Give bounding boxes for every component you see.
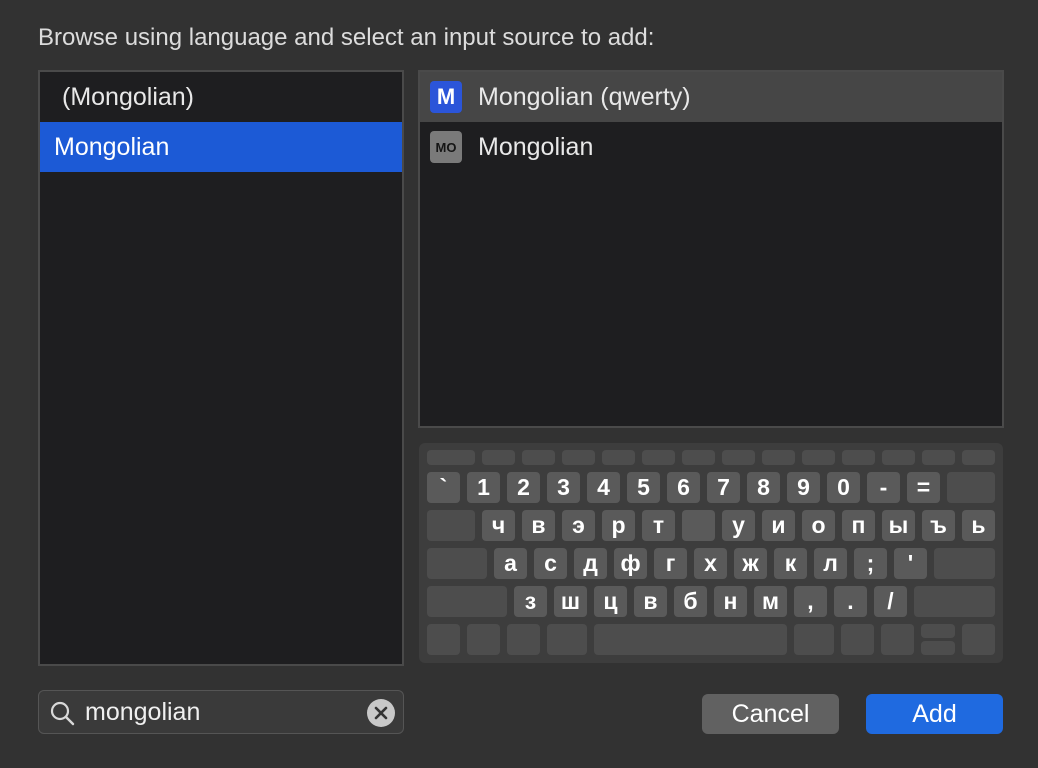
control-key [467,624,500,655]
caps-lock-key [427,548,487,579]
key: . [834,586,867,617]
key: д [574,548,607,579]
fn-key [882,450,915,465]
clear-icon[interactable] [367,699,395,727]
return-key [934,548,995,579]
mongolian-icon: MO [430,131,462,163]
cancel-button[interactable]: Cancel [702,694,839,734]
fn-key [682,450,715,465]
key: н [714,586,747,617]
key [682,510,715,541]
key: х [694,548,727,579]
key: т [642,510,675,541]
command-key [547,624,587,655]
key: ш [554,586,587,617]
key: ы [882,510,915,541]
fn-key [522,450,555,465]
key: у [722,510,755,541]
key: ж [734,548,767,579]
key: 5 [627,472,660,503]
search-field[interactable] [38,690,404,734]
language-item-mongolian-parenthesized[interactable]: (Mongolian) [40,72,402,122]
keyboard-preview: ` 1 2 3 4 5 6 7 8 9 0 - = ч в э р т у и … [419,443,1003,663]
source-item-label: Mongolian [478,132,594,161]
source-item-mongolian-qwerty[interactable]: M Mongolian (qwerty) [420,72,1002,122]
tab-key [427,510,475,541]
fn-key [427,624,460,655]
key: о [802,510,835,541]
delete-key [947,472,995,503]
key: к [774,548,807,579]
key: м [754,586,787,617]
mongolian-qwerty-icon: M [430,81,462,113]
key: п [842,510,875,541]
key: 2 [507,472,540,503]
shift-key-right [914,586,995,617]
arrow-up-key [921,624,955,638]
search-input[interactable] [85,693,355,731]
key: 8 [747,472,780,503]
arrow-right-key [962,624,995,655]
key: с [534,548,567,579]
key: л [814,548,847,579]
arrow-down-key [921,641,955,655]
fn-key [482,450,515,465]
key: ' [894,548,927,579]
key: 4 [587,472,620,503]
key: ч [482,510,515,541]
fn-key [802,450,835,465]
key: з [514,586,547,617]
fn-key [962,450,995,465]
fn-key [562,450,595,465]
add-button[interactable]: Add [866,694,1003,734]
key: / [874,586,907,617]
key: б [674,586,707,617]
key: ; [854,548,887,579]
fn-key [427,450,475,465]
dialog-prompt: Browse using language and select an inpu… [38,24,655,51]
input-source-list[interactable]: M Mongolian (qwerty) MO Mongolian [418,70,1004,428]
command-key [794,624,834,655]
fn-key [722,450,755,465]
key: = [907,472,940,503]
language-list[interactable]: (Mongolian) Mongolian [38,70,404,666]
shift-key-left [427,586,507,617]
option-key [507,624,540,655]
space-bar [594,624,787,655]
key: 7 [707,472,740,503]
key: ц [594,586,627,617]
key: 3 [547,472,580,503]
key: - [867,472,900,503]
fn-key [602,450,635,465]
key: 0 [827,472,860,503]
source-item-mongolian[interactable]: MO Mongolian [420,122,1002,172]
fn-key [922,450,955,465]
key: ь [962,510,995,541]
fn-key [762,450,795,465]
language-item-mongolian[interactable]: Mongolian [40,122,402,172]
key: р [602,510,635,541]
key: э [562,510,595,541]
key: в [522,510,555,541]
source-item-label: Mongolian (qwerty) [478,82,691,111]
key: 9 [787,472,820,503]
search-icon [50,701,75,726]
arrow-left-key [881,624,914,655]
key: 6 [667,472,700,503]
key: а [494,548,527,579]
key: в [634,586,667,617]
key: ф [614,548,647,579]
fn-key [842,450,875,465]
fn-key [642,450,675,465]
key: , [794,586,827,617]
key: 1 [467,472,500,503]
key: г [654,548,687,579]
key: и [762,510,795,541]
key: ` [427,472,460,503]
key: ъ [922,510,955,541]
option-key [841,624,874,655]
